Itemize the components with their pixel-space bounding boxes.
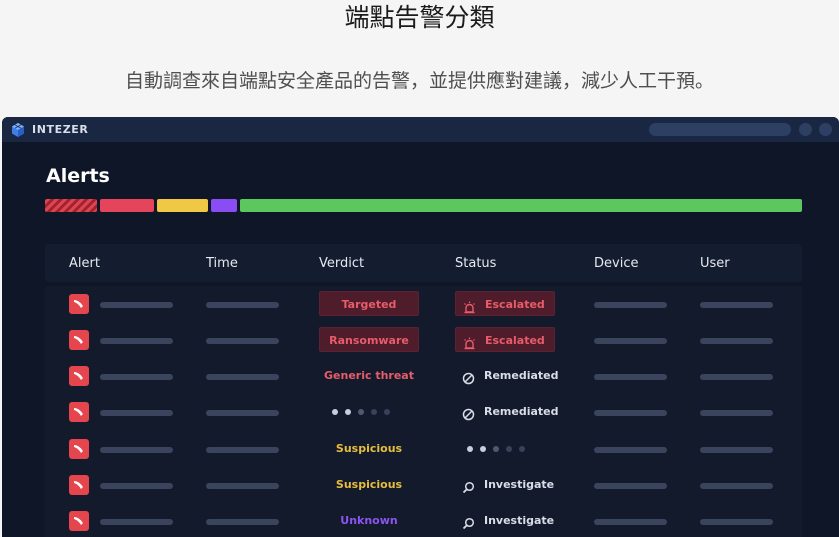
device-placeholder (594, 374, 667, 380)
alert-source-icon (69, 330, 89, 350)
alarm-icon (463, 334, 476, 350)
user-placeholder (700, 519, 773, 525)
table-row[interactable]: Ransomware Escalated (45, 322, 802, 358)
user-placeholder (700, 410, 773, 416)
alert-source-icon (69, 402, 89, 422)
verdict-label: Suspicious (335, 442, 403, 455)
search-icon (462, 478, 475, 494)
status-label[interactable]: Remediated (455, 363, 559, 388)
severity-bar-ok[interactable] (240, 199, 802, 212)
status-text: Escalated (485, 334, 545, 347)
status-text: Remediated (484, 405, 559, 418)
status-label[interactable]: Escalated (455, 291, 555, 316)
alert-name-placeholder (100, 338, 173, 344)
alert-source-icon (69, 475, 89, 495)
user-placeholder (700, 447, 773, 453)
alert-source-icon (69, 439, 89, 459)
alert-name-placeholder (100, 447, 173, 453)
alert-name-placeholder (100, 410, 173, 416)
device-placeholder (594, 302, 667, 308)
alerts-table-header: Alert Time Verdict Status Device User (45, 244, 802, 282)
column-header-time[interactable]: Time (206, 244, 238, 284)
severity-bar-medium[interactable] (157, 199, 208, 212)
device-placeholder (594, 410, 667, 416)
verdict-label: Unknown (340, 514, 398, 527)
user-placeholder (700, 483, 773, 489)
time-placeholder (206, 519, 279, 525)
prohibited-icon (462, 405, 475, 421)
top-bar: INTEZER (2, 117, 839, 142)
column-header-verdict[interactable]: Verdict (319, 244, 364, 284)
verdict-label: Suspicious (335, 478, 403, 491)
column-header-alert[interactable]: Alert (69, 244, 100, 284)
column-header-status[interactable]: Status (455, 244, 496, 284)
status-text: Escalated (485, 298, 545, 311)
notifications-icon[interactable] (799, 123, 812, 136)
status-text: Remediated (484, 369, 559, 382)
status-label[interactable]: Remediated (455, 399, 559, 424)
time-placeholder (206, 447, 279, 453)
prohibited-icon (462, 369, 475, 385)
alert-source-icon (69, 366, 89, 386)
search-icon (462, 514, 475, 530)
table-row[interactable]: Generic threat Remediated (45, 358, 802, 394)
alert-name-placeholder (100, 302, 173, 308)
time-placeholder (206, 338, 279, 344)
brand-name: INTEZER (32, 123, 89, 136)
status-label[interactable]: Investigate (455, 508, 555, 533)
status-text: Investigate (484, 514, 555, 527)
table-row[interactable]: Unknown Investigate (45, 503, 802, 537)
user-placeholder (700, 338, 773, 344)
column-header-device[interactable]: Device (594, 244, 638, 284)
alerts-title: Alerts (46, 165, 110, 187)
user-placeholder (700, 302, 773, 308)
table-row[interactable]: Suspicious (45, 431, 802, 467)
page-subheading: 自動調查來自端點安全產品的告警，並提供應對建議，減少人工干預。 (124, 70, 714, 92)
verdict-label: Generic threat (324, 369, 414, 382)
device-placeholder (594, 483, 667, 489)
column-header-user[interactable]: User (700, 244, 730, 284)
device-placeholder (594, 447, 667, 453)
alerts-table-body: Targeted Escalated Ransomware Escalated Gene… (45, 286, 802, 537)
app-window: INTEZER Alerts Alert Time Verdict Status… (2, 117, 839, 537)
severity-bar-critical[interactable] (45, 199, 97, 212)
table-row[interactable]: Suspicious Investigate (45, 467, 802, 503)
alert-name-placeholder (100, 374, 173, 380)
time-placeholder (206, 483, 279, 489)
time-placeholder (206, 302, 279, 308)
severity-bar-high[interactable] (100, 199, 154, 212)
status-label[interactable]: Escalated (455, 327, 555, 352)
page-heading: 端點告警分類 (344, 3, 495, 32)
time-placeholder (206, 410, 279, 416)
global-search-bar[interactable] (649, 123, 791, 136)
verdict-label: Targeted (319, 291, 419, 316)
user-placeholder (700, 374, 773, 380)
alert-source-icon (69, 511, 89, 531)
verdict-label: Ransomware (319, 327, 419, 352)
device-placeholder (594, 519, 667, 525)
table-row[interactable]: Targeted Escalated (45, 286, 802, 322)
alert-source-icon (69, 294, 89, 314)
alarm-icon (463, 298, 476, 314)
user-avatar[interactable] (819, 123, 832, 136)
device-placeholder (594, 338, 667, 344)
intezer-logo-icon (12, 123, 24, 137)
alert-name-placeholder (100, 483, 173, 489)
status-text: Investigate (484, 478, 555, 491)
status-label[interactable]: Investigate (455, 472, 555, 497)
alert-name-placeholder (100, 519, 173, 525)
table-row[interactable]: Remediated (45, 394, 802, 430)
time-placeholder (206, 374, 279, 380)
severity-bar-low[interactable] (211, 199, 237, 212)
